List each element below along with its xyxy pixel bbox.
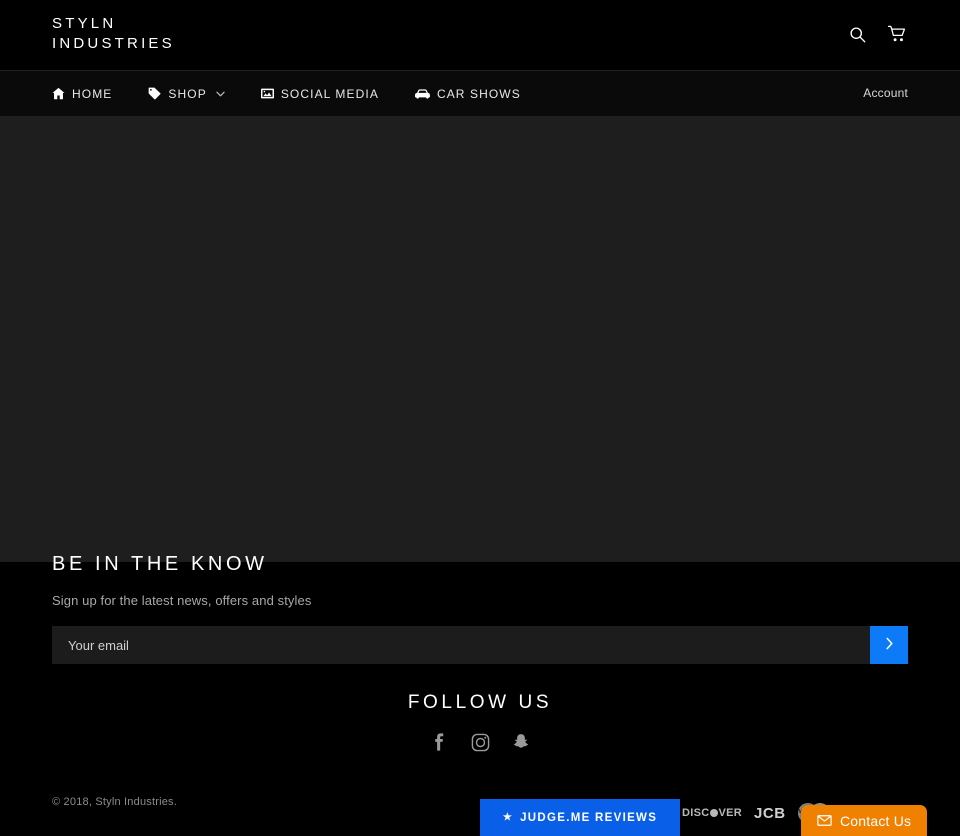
- main-navigation: HOME SHOP SOCIAL MEDIA CAR SHOWS Account: [0, 70, 960, 117]
- car-icon: [414, 88, 430, 100]
- account-link[interactable]: Account: [863, 86, 908, 100]
- social-links-list: [0, 731, 960, 753]
- site-logo[interactable]: STYLN INDUSTRIES: [52, 14, 252, 54]
- instagram-icon[interactable]: [469, 731, 491, 753]
- nav-label-home: HOME: [72, 86, 113, 101]
- newsletter-email-input[interactable]: [52, 626, 870, 664]
- nav-list: HOME SHOP SOCIAL MEDIA CAR SHOWS: [52, 87, 535, 101]
- newsletter-section: BE IN THE KNOW Sign up for the latest ne…: [52, 552, 908, 664]
- main-content-area: [0, 117, 960, 562]
- contact-us-button[interactable]: Contact Us: [801, 805, 928, 836]
- nav-item-home[interactable]: HOME: [52, 87, 126, 101]
- judgeme-label: JUDGE.ME REVIEWS: [520, 811, 658, 824]
- copyright-text: © 2018, Styln Industries.: [52, 796, 178, 808]
- follow-us-section: FOLLOW US: [0, 692, 960, 753]
- logo-line-1: STYLN: [52, 15, 117, 32]
- image-icon: [260, 87, 274, 100]
- facebook-icon[interactable]: [428, 731, 450, 753]
- nav-label-shop: SHOP: [168, 86, 207, 101]
- site-footer: BE IN THE KNOW Sign up for the latest ne…: [0, 553, 960, 836]
- envelope-icon: [817, 815, 832, 826]
- search-icon[interactable]: [846, 23, 868, 45]
- logo-line-2: INDUSTRIES: [52, 35, 175, 52]
- star-icon: ★: [502, 812, 514, 823]
- header-icon-group: [846, 23, 908, 45]
- nav-item-shop[interactable]: SHOP: [148, 87, 238, 101]
- cart-icon[interactable]: [886, 23, 908, 45]
- chevron-right-icon: [884, 637, 895, 653]
- newsletter-title: BE IN THE KNOW: [52, 553, 268, 575]
- jcb-icon: JCB: [754, 804, 786, 822]
- nav-label-car-shows: CAR SHOWS: [436, 86, 521, 101]
- discover-icon: DISC VER: [682, 807, 743, 819]
- newsletter-submit-button[interactable]: [870, 626, 908, 664]
- nav-item-car-shows[interactable]: CAR SHOWS: [414, 86, 535, 101]
- newsletter-subtitle: Sign up for the latest news, offers and …: [52, 593, 312, 608]
- judgeme-reviews-badge[interactable]: ★ JUDGE.ME REVIEWS: [480, 799, 680, 836]
- nav-item-social-media[interactable]: SOCIAL MEDIA: [260, 86, 393, 101]
- contact-us-label: Contact Us: [840, 812, 912, 829]
- snapchat-icon[interactable]: [510, 731, 532, 753]
- newsletter-form: [52, 626, 908, 664]
- nav-label-social-media: SOCIAL MEDIA: [280, 86, 379, 101]
- home-icon: [52, 87, 65, 100]
- tag-icon: [148, 87, 161, 100]
- site-header: STYLN INDUSTRIES: [0, 0, 960, 70]
- follow-us-title: FOLLOW US: [407, 692, 553, 713]
- chevron-down-icon[interactable]: [216, 91, 225, 97]
- page-root: STYLN INDUSTRIES HOME SHOP SOCIAL MEDIA …: [0, 0, 960, 836]
